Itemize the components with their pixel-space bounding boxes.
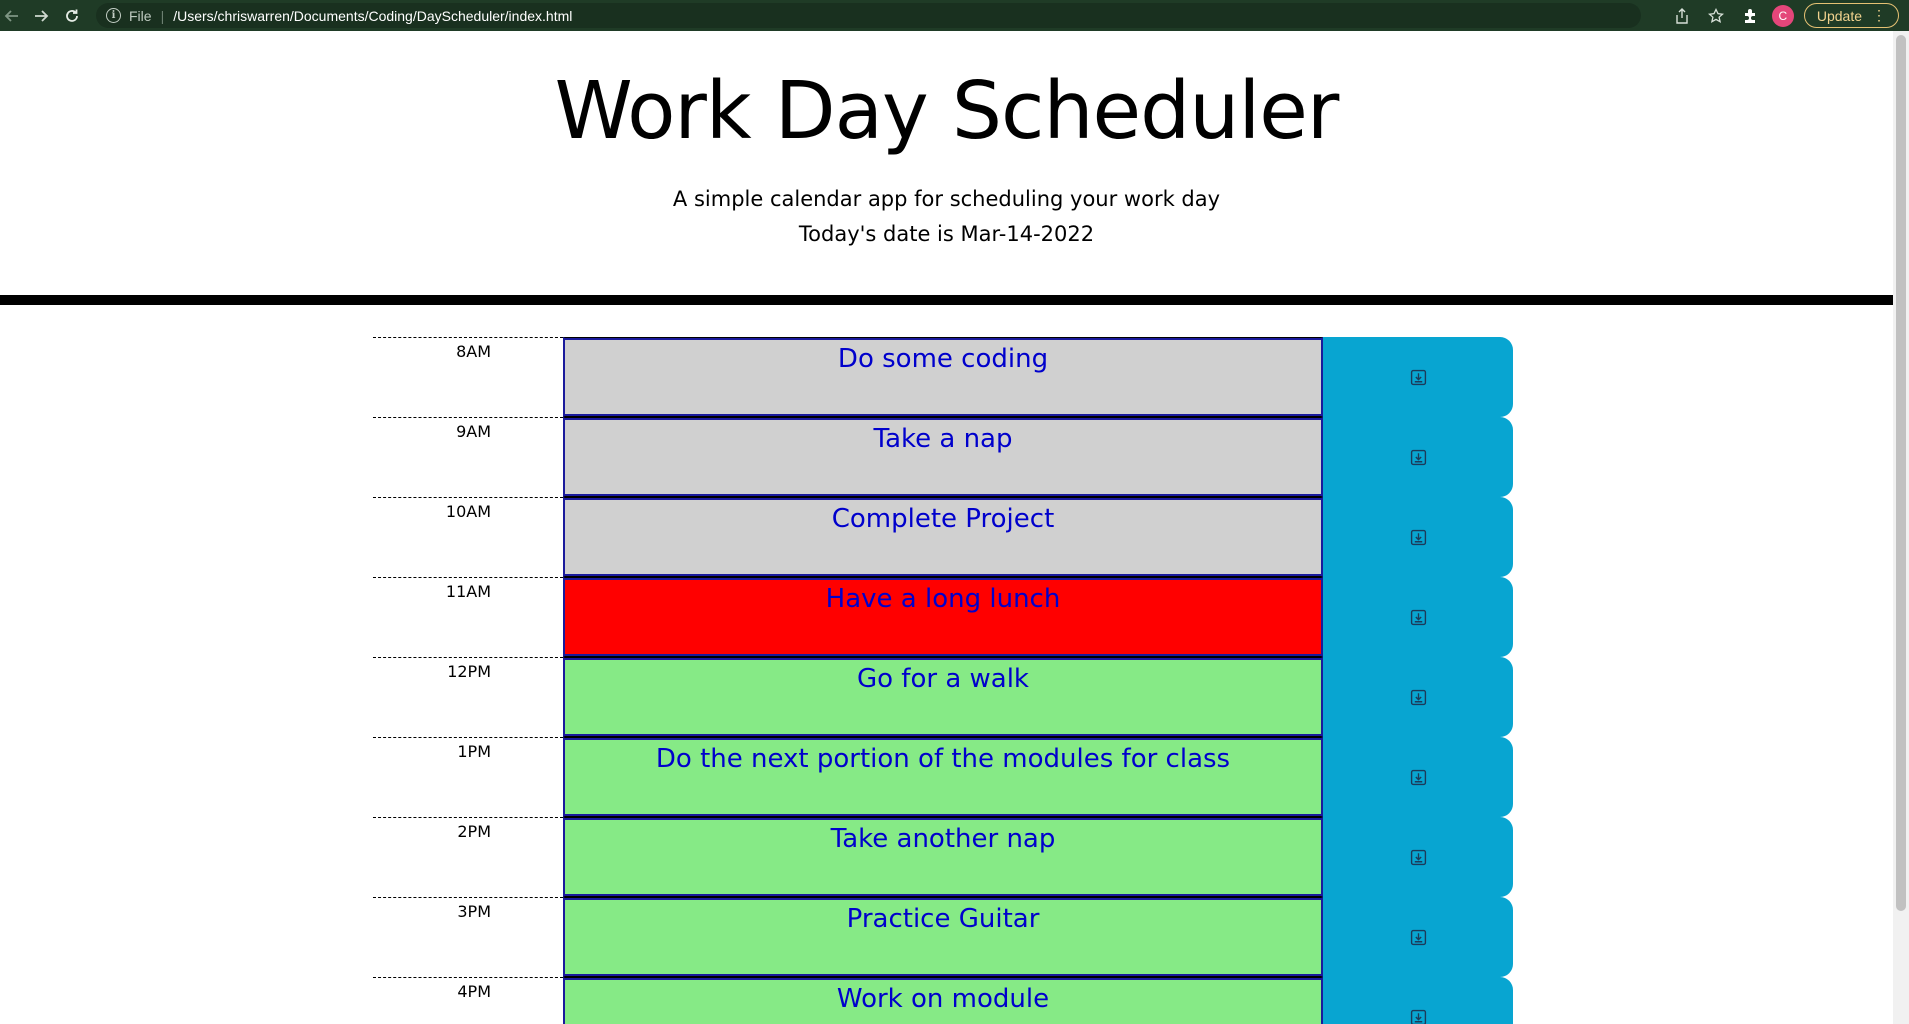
task-input[interactable]: Take another nap (563, 817, 1323, 897)
task-input[interactable]: Do the next portion of the modules for c… (563, 737, 1323, 817)
save-icon (1410, 369, 1426, 385)
time-block: 11AM Have a long lunch (373, 577, 1513, 657)
hour-label: 2PM (373, 817, 563, 897)
time-block: 10AM Complete Project (373, 497, 1513, 577)
time-block: 4PM Work on module (373, 977, 1513, 1024)
current-date: Today's date is Mar-14-2022 (798, 222, 1095, 246)
reload-icon[interactable] (58, 0, 86, 31)
hour-label: 12PM (373, 657, 563, 737)
save-icon (1410, 449, 1426, 465)
browser-toolbar: i File | /Users/chriswarren/Documents/Co… (0, 0, 1909, 31)
task-input[interactable]: Take a nap (563, 417, 1323, 497)
avatar[interactable]: C (1771, 4, 1794, 27)
share-icon[interactable] (1670, 4, 1694, 28)
save-button[interactable] (1323, 337, 1513, 417)
forward-arrow-icon[interactable] (24, 0, 58, 31)
task-input[interactable]: Practice Guitar (563, 897, 1323, 977)
save-button[interactable] (1323, 417, 1513, 497)
task-input[interactable]: Work on module (563, 977, 1323, 1024)
extensions-icon[interactable] (1738, 4, 1762, 28)
save-icon (1410, 769, 1426, 785)
info-icon[interactable]: i (106, 8, 121, 23)
save-button[interactable] (1323, 977, 1513, 1024)
star-icon[interactable] (1704, 4, 1728, 28)
time-block: 2PM Take another nap (373, 817, 1513, 897)
hour-label: 8AM (373, 337, 563, 417)
hour-label: 4PM (373, 977, 563, 1024)
schedule: 8AM Do some coding 9AM Take a nap 10AM C… (373, 337, 1513, 1024)
save-button[interactable] (1323, 817, 1513, 897)
page-subtitle: A simple calendar app for scheduling you… (672, 187, 1221, 211)
back-arrow-icon[interactable] (0, 0, 24, 31)
page-title: Work Day Scheduler (554, 65, 1340, 157)
address-separator: | (160, 7, 165, 24)
save-button[interactable] (1323, 497, 1513, 577)
task-input[interactable]: Have a long lunch (563, 577, 1323, 657)
address-bar[interactable]: i File | /Users/chriswarren/Documents/Co… (96, 3, 1641, 28)
task-input[interactable]: Do some coding (563, 337, 1323, 417)
kebab-menu-icon[interactable]: ⋮ (1872, 7, 1886, 24)
hour-label: 3PM (373, 897, 563, 977)
task-input[interactable]: Go for a walk (563, 657, 1323, 737)
save-button[interactable] (1323, 897, 1513, 977)
time-block: 9AM Take a nap (373, 417, 1513, 497)
update-button-label: Update (1816, 7, 1862, 24)
url-text[interactable]: /Users/chriswarren/Documents/Coding/DayS… (173, 8, 572, 24)
hour-label: 1PM (373, 737, 563, 817)
time-block: 1PM Do the next portion of the modules f… (373, 737, 1513, 817)
save-icon (1410, 929, 1426, 945)
hour-label: 11AM (373, 577, 563, 657)
hour-label: 10AM (373, 497, 563, 577)
scrollbar-thumb[interactable] (1896, 35, 1906, 911)
save-icon (1410, 849, 1426, 865)
time-block: 8AM Do some coding (373, 337, 1513, 417)
hour-label: 9AM (373, 417, 563, 497)
save-button[interactable] (1323, 737, 1513, 817)
save-icon (1410, 1009, 1426, 1024)
time-block: 12PM Go for a walk (373, 657, 1513, 737)
save-button[interactable] (1323, 577, 1513, 657)
save-button[interactable] (1323, 657, 1513, 737)
time-block: 3PM Practice Guitar (373, 897, 1513, 977)
file-label: File (129, 7, 152, 24)
header-divider (0, 295, 1893, 305)
task-input[interactable]: Complete Project (563, 497, 1323, 577)
save-icon (1410, 689, 1426, 705)
update-button[interactable]: Update ⋮ (1803, 3, 1899, 28)
save-icon (1410, 529, 1426, 545)
save-icon (1410, 609, 1426, 625)
